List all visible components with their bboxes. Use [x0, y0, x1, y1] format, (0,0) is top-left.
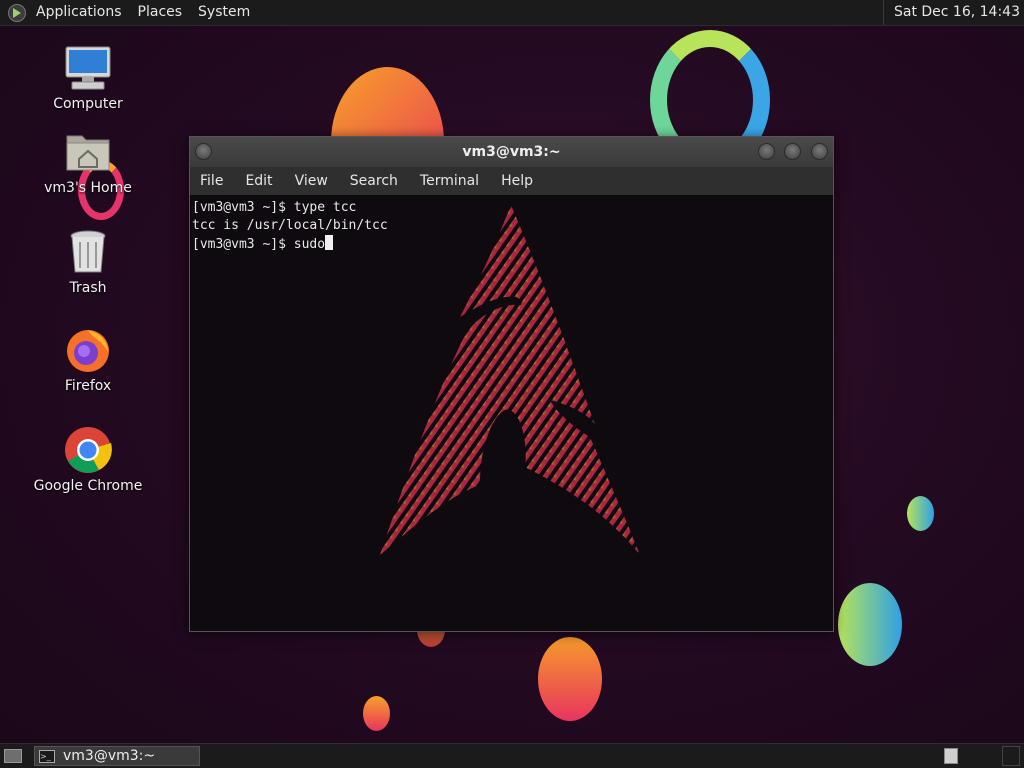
terminal-menubar: File Edit View Search Terminal Help — [190, 167, 833, 195]
menu-system[interactable]: System — [190, 0, 258, 25]
menu-view[interactable]: View — [285, 167, 340, 195]
maximize-button[interactable] — [784, 143, 801, 160]
show-desktop-icon[interactable] — [4, 749, 22, 763]
menu-file[interactable]: File — [190, 167, 235, 195]
desktop-icon-label: vm3's Home — [44, 180, 132, 196]
arch-logo-watermark — [380, 205, 640, 555]
desktop-icon-firefox[interactable]: Firefox — [33, 326, 143, 394]
desktop-icon-label: Firefox — [64, 378, 112, 394]
terminal-icon: >_ — [39, 749, 55, 763]
workspace-switcher-icon[interactable] — [944, 748, 958, 764]
terminal-prompt-line: [vm3@vm3 ~]$ sudo — [192, 235, 831, 254]
window-title: vm3@vm3:~ — [462, 144, 561, 160]
bottom-panel: >_ vm3@vm3:~ — [0, 743, 1024, 768]
taskbar-item-terminal[interactable]: >_ vm3@vm3:~ — [34, 746, 200, 766]
menu-edit[interactable]: Edit — [235, 167, 284, 195]
desktop-icon-trash[interactable]: Trash — [33, 228, 143, 296]
home-folder-icon — [64, 128, 112, 176]
terminal-line: tcc is /usr/local/bin/tcc — [192, 218, 388, 233]
text-cursor — [325, 235, 334, 250]
wallpaper-pink-bubble — [538, 637, 602, 721]
desktop-icon-label: Trash — [69, 280, 107, 296]
terminal-output[interactable]: [vm3@vm3 ~]$ type tcc tcc is /usr/local/… — [190, 195, 833, 631]
top-panel: Applications Places System Sat Dec 16, 1… — [0, 0, 1024, 26]
desktop-icon-computer[interactable]: Computer — [33, 44, 143, 112]
menu-search[interactable]: Search — [340, 167, 410, 195]
wallpaper-blue-bubble-large — [838, 583, 902, 666]
wallpaper-blue-bubble — [907, 496, 934, 531]
trash-icon — [64, 228, 112, 276]
workspace-2-icon[interactable] — [1002, 746, 1020, 766]
menu-places[interactable]: Places — [130, 0, 191, 25]
firefox-icon — [64, 326, 112, 374]
clock[interactable]: Sat Dec 16, 14:43 — [882, 0, 1024, 25]
window-menu-button[interactable] — [195, 143, 212, 160]
desktop-icon-home[interactable]: vm3's Home — [33, 128, 143, 196]
distro-logo-icon[interactable] — [8, 3, 26, 22]
menu-terminal[interactable]: Terminal — [410, 167, 491, 195]
wallpaper-tiny-bubble — [363, 696, 390, 731]
terminal-line: [vm3@vm3 ~]$ type tcc — [192, 200, 357, 215]
window-titlebar[interactable]: vm3@vm3:~ — [190, 137, 833, 167]
desktop-icon-label: Google Chrome — [33, 478, 143, 494]
close-button[interactable] — [811, 143, 828, 160]
desktop-icon-chrome[interactable]: Google Chrome — [33, 426, 143, 494]
terminal-line-text: [vm3@vm3 ~]$ sudo — [192, 237, 326, 252]
menu-help[interactable]: Help — [491, 167, 545, 195]
menu-applications[interactable]: Applications — [28, 0, 130, 25]
computer-icon — [64, 44, 112, 92]
chrome-icon — [64, 426, 112, 474]
minimize-button[interactable] — [758, 143, 775, 160]
terminal-window[interactable]: vm3@vm3:~ File Edit View Search Terminal… — [189, 136, 834, 632]
desktop-icon-label: Computer — [53, 96, 123, 112]
taskbar-item-label: vm3@vm3:~ — [63, 748, 156, 764]
